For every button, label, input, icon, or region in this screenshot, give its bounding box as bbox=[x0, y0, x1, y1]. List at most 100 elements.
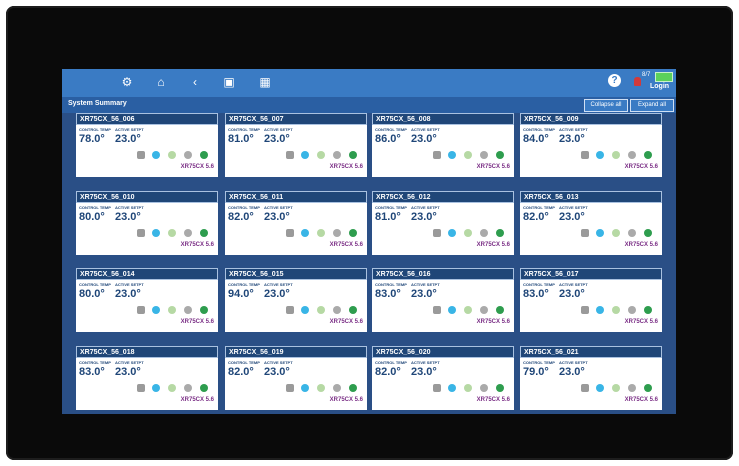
snowflake-icon bbox=[152, 229, 160, 237]
fan-icon bbox=[464, 306, 472, 314]
active-setpt-value: 23.0° bbox=[411, 211, 437, 223]
model-label: XR75CX 5.6 bbox=[180, 319, 214, 325]
control-temp-value: 83.0° bbox=[523, 288, 549, 300]
control-temp-value: 84.0° bbox=[523, 133, 549, 145]
box-icon[interactable]: ▣ bbox=[222, 75, 236, 89]
control-temp-value: 82.0° bbox=[375, 366, 401, 378]
model-label: XR75CX 5.6 bbox=[180, 164, 214, 170]
status-ok-icon bbox=[644, 306, 652, 314]
model-label: XR75CX 5.6 bbox=[624, 319, 658, 325]
snowflake-icon bbox=[301, 151, 309, 159]
unit-card[interactable]: XR75CX_56_015 CONTROL TEMP ACTIVE SETPT … bbox=[225, 268, 367, 332]
unit-card[interactable]: XR75CX_56_010 CONTROL TEMP ACTIVE SETPT … bbox=[76, 191, 218, 255]
control-temp-value: 80.0° bbox=[79, 211, 105, 223]
unit-card[interactable]: XR75CX_56_017 CONTROL TEMP ACTIVE SETPT … bbox=[520, 268, 662, 332]
snowflake-icon bbox=[152, 151, 160, 159]
active-setpt-value: 23.0° bbox=[559, 211, 585, 223]
control-temp-label: CONTROL TEMP bbox=[79, 282, 111, 287]
snowflake-icon bbox=[301, 384, 309, 392]
active-setpt-label: ACTIVE SETPT bbox=[411, 127, 440, 132]
control-temp-value: 79.0° bbox=[523, 366, 549, 378]
snowflake-icon bbox=[301, 306, 309, 314]
status-ok-icon bbox=[349, 384, 357, 392]
control-temp-value: 80.0° bbox=[79, 288, 105, 300]
compressor-icon bbox=[433, 384, 441, 392]
control-temp-value: 82.0° bbox=[228, 211, 254, 223]
compressor-icon bbox=[137, 384, 145, 392]
fan-icon bbox=[464, 384, 472, 392]
active-setpt-label: ACTIVE SETPT bbox=[559, 205, 588, 210]
status-ok-icon bbox=[349, 306, 357, 314]
model-label: XR75CX 5.6 bbox=[476, 164, 510, 170]
status-ok-icon bbox=[644, 151, 652, 159]
unit-title: XR75CX_56_018 bbox=[76, 346, 218, 358]
defrost-icon bbox=[628, 384, 636, 392]
alarm-count: 8/7 bbox=[642, 72, 651, 78]
unit-title: XR75CX_56_015 bbox=[225, 268, 367, 280]
unit-card[interactable]: XR75CX_56_018 CONTROL TEMP ACTIVE SETPT … bbox=[76, 346, 218, 410]
fan-icon bbox=[168, 151, 176, 159]
alarm-icon[interactable] bbox=[634, 77, 641, 86]
fan-icon bbox=[464, 229, 472, 237]
unit-card[interactable]: XR75CX_56_007 CONTROL TEMP ACTIVE SETPT … bbox=[225, 113, 367, 177]
unit-card[interactable]: XR75CX_56_013 CONTROL TEMP ACTIVE SETPT … bbox=[520, 191, 662, 255]
calendar-icon[interactable]: ▦ bbox=[258, 75, 272, 89]
model-label: XR75CX 5.6 bbox=[476, 397, 510, 403]
snowflake-icon bbox=[448, 306, 456, 314]
active-setpt-label: ACTIVE SETPT bbox=[411, 282, 440, 287]
back-icon[interactable]: ‹ bbox=[188, 75, 202, 89]
fan-icon bbox=[612, 229, 620, 237]
control-temp-value: 82.0° bbox=[228, 366, 254, 378]
snowflake-icon bbox=[596, 229, 604, 237]
active-setpt-value: 23.0° bbox=[411, 133, 437, 145]
status-ok-icon bbox=[349, 229, 357, 237]
control-temp-label: CONTROL TEMP bbox=[375, 360, 407, 365]
defrost-icon bbox=[480, 384, 488, 392]
collapse-all-button[interactable]: Collapse all bbox=[584, 99, 628, 112]
unit-card[interactable]: XR75CX_56_021 CONTROL TEMP ACTIVE SETPT … bbox=[520, 346, 662, 410]
compressor-icon bbox=[581, 306, 589, 314]
defrost-icon bbox=[480, 306, 488, 314]
login-link[interactable]: Login bbox=[650, 83, 669, 90]
defrost-icon bbox=[333, 151, 341, 159]
compressor-icon bbox=[286, 151, 294, 159]
unit-card[interactable]: XR75CX_56_008 CONTROL TEMP ACTIVE SETPT … bbox=[372, 113, 514, 177]
unit-card[interactable]: XR75CX_56_020 CONTROL TEMP ACTIVE SETPT … bbox=[372, 346, 514, 410]
control-temp-value: 82.0° bbox=[523, 211, 549, 223]
unit-card[interactable]: XR75CX_56_016 CONTROL TEMP ACTIVE SETPT … bbox=[372, 268, 514, 332]
home-icon[interactable]: ⌂ bbox=[154, 75, 168, 89]
help-icon[interactable]: ? bbox=[608, 74, 621, 87]
active-setpt-value: 23.0° bbox=[115, 133, 141, 145]
active-setpt-label: ACTIVE SETPT bbox=[115, 360, 144, 365]
control-temp-label: CONTROL TEMP bbox=[79, 205, 111, 210]
control-temp-label: CONTROL TEMP bbox=[79, 127, 111, 132]
expand-all-button[interactable]: Expand all bbox=[630, 99, 674, 112]
snowflake-icon bbox=[448, 384, 456, 392]
gear-icon[interactable]: ⚙ bbox=[120, 75, 134, 89]
unit-card[interactable]: XR75CX_56_006 CONTROL TEMP ACTIVE SETPT … bbox=[76, 113, 218, 177]
model-label: XR75CX 5.6 bbox=[329, 164, 363, 170]
unit-card[interactable]: XR75CX_56_014 CONTROL TEMP ACTIVE SETPT … bbox=[76, 268, 218, 332]
unit-card[interactable]: XR75CX_56_012 CONTROL TEMP ACTIVE SETPT … bbox=[372, 191, 514, 255]
active-setpt-value: 23.0° bbox=[264, 288, 290, 300]
compressor-icon bbox=[286, 384, 294, 392]
model-label: XR75CX 5.6 bbox=[476, 242, 510, 248]
unit-title: XR75CX_56_012 bbox=[372, 191, 514, 203]
control-temp-label: CONTROL TEMP bbox=[375, 127, 407, 132]
active-setpt-value: 23.0° bbox=[411, 366, 437, 378]
status-ok-icon bbox=[496, 306, 504, 314]
unit-card[interactable]: XR75CX_56_009 CONTROL TEMP ACTIVE SETPT … bbox=[520, 113, 662, 177]
unit-card[interactable]: XR75CX_56_011 CONTROL TEMP ACTIVE SETPT … bbox=[225, 191, 367, 255]
compressor-icon bbox=[137, 229, 145, 237]
unit-card[interactable]: XR75CX_56_019 CONTROL TEMP ACTIVE SETPT … bbox=[225, 346, 367, 410]
status-ok-icon bbox=[496, 384, 504, 392]
compressor-icon bbox=[581, 151, 589, 159]
compressor-icon bbox=[581, 384, 589, 392]
active-setpt-value: 23.0° bbox=[115, 211, 141, 223]
snowflake-icon bbox=[448, 229, 456, 237]
unit-title: XR75CX_56_007 bbox=[225, 113, 367, 125]
snowflake-icon bbox=[152, 384, 160, 392]
defrost-icon bbox=[628, 151, 636, 159]
defrost-icon bbox=[628, 229, 636, 237]
defrost-icon bbox=[184, 306, 192, 314]
